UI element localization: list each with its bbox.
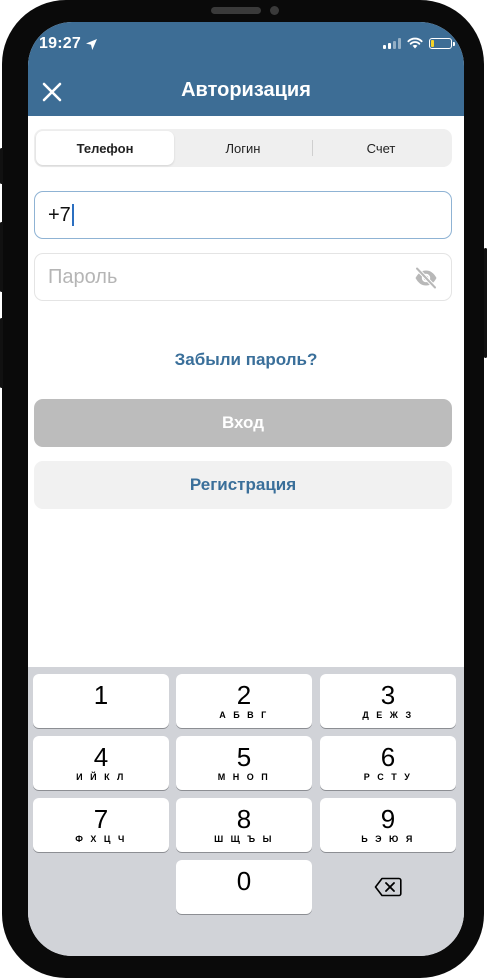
volume-up-button — [0, 222, 3, 292]
password-field — [34, 253, 452, 301]
key-letters: Ф Х Ц Ч — [75, 833, 127, 844]
login-button[interactable]: Вход — [34, 399, 452, 447]
phone-input-value: +7 — [48, 203, 71, 226]
key-3[interactable]: 3 Д Е Ж З — [320, 674, 456, 728]
key-digit: 0 — [236, 865, 252, 896]
key-digit: 3 — [380, 679, 396, 710]
key-4[interactable]: 4 И Й К Л — [33, 736, 169, 790]
key-letters: Ь Э Ю Я — [361, 833, 415, 844]
key-9[interactable]: 9 Ь Э Ю Я — [320, 798, 456, 852]
battery-low-icon — [429, 37, 455, 49]
key-7[interactable]: 7 Ф Х Ц Ч — [33, 798, 169, 852]
mute-switch — [0, 148, 3, 184]
key-digit: 1 — [93, 679, 109, 710]
backspace-icon — [374, 877, 402, 897]
register-button[interactable]: Регистрация — [34, 461, 452, 509]
key-digit: 5 — [236, 741, 252, 772]
key-digit: 9 — [380, 803, 396, 834]
key-5[interactable]: 5 М Н О П — [176, 736, 312, 790]
key-letters: А Б В Г — [219, 709, 269, 720]
screen: 19:27 Авторизация Телефон Логин Счет +7 … — [28, 22, 464, 956]
password-input[interactable] — [48, 265, 388, 289]
text-caret — [71, 204, 74, 226]
tab-login[interactable]: Логин — [174, 131, 312, 165]
auth-method-tabs: Телефон Логин Счет — [34, 129, 452, 167]
location-arrow-icon — [85, 38, 97, 50]
wifi-icon — [407, 37, 423, 49]
app-header: 19:27 Авторизация — [28, 22, 464, 116]
key-letters: М Н О П — [217, 771, 271, 782]
key-2[interactable]: 2 А Б В Г — [176, 674, 312, 728]
key-digit: 7 — [93, 803, 109, 834]
key-letters: Ш Щ Ъ Ы — [214, 833, 274, 844]
key-letters: Р С Т У — [363, 771, 413, 782]
key-digit: 4 — [93, 741, 109, 772]
delete-key[interactable] — [320, 860, 456, 914]
phone-input[interactable]: +7 — [34, 191, 452, 239]
key-0[interactable]: 0 — [176, 860, 312, 914]
key-1[interactable]: 1 — [33, 674, 169, 728]
key-letters: И Й К Л — [76, 771, 126, 782]
page: 19:27 Авторизация Телефон Логин Счет +7 … — [0, 0, 487, 980]
phone-frame: 19:27 Авторизация Телефон Логин Счет +7 … — [2, 0, 484, 978]
tab-phone[interactable]: Телефон — [36, 131, 174, 165]
key-digit: 2 — [236, 679, 252, 710]
front-camera — [270, 6, 279, 15]
key-digit: 8 — [236, 803, 252, 834]
speaker-grille — [211, 7, 261, 14]
volume-down-button — [0, 318, 3, 388]
status-time-text: 19:27 — [39, 35, 81, 52]
key-digit: 6 — [380, 741, 396, 772]
key-6[interactable]: 6 Р С Т У — [320, 736, 456, 790]
forgot-password-link[interactable]: Забыли пароль? — [28, 350, 464, 370]
tab-account[interactable]: Счет — [312, 131, 450, 165]
key-letters: Д Е Ж З — [362, 709, 414, 720]
key-8[interactable]: 8 Ш Щ Ъ Ы — [176, 798, 312, 852]
cellular-signal-icon — [383, 37, 401, 49]
status-bar-indicators — [383, 37, 455, 49]
numeric-keypad: 1 2 А Б В Г 3 Д Е Ж З 4 И Й К Л 5 М Н О … — [28, 667, 464, 956]
page-title: Авторизация — [181, 79, 311, 101]
eye-off-icon[interactable] — [414, 267, 438, 289]
status-bar-time: 19:27 — [39, 35, 98, 53]
